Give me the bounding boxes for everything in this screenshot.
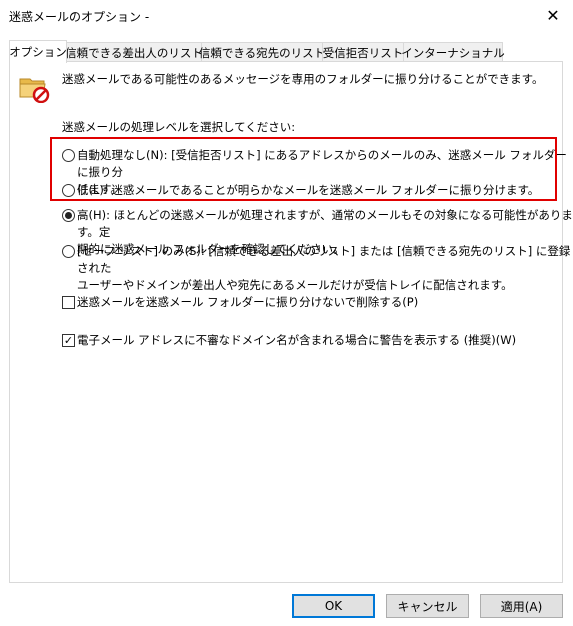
title-bar: 迷惑メールのオプション - ✕	[0, 0, 573, 31]
radio-indicator[interactable]	[62, 245, 75, 258]
checkmark-icon: ✓	[63, 334, 74, 347]
close-icon: ✕	[546, 6, 560, 25]
junk-folder-icon	[19, 78, 50, 103]
delete-junk-checkbox[interactable]	[62, 296, 75, 309]
tab-safe-recipients[interactable]: 信頼できる宛先のリスト	[199, 42, 325, 62]
window-title: 迷惑メールのオプション -	[9, 10, 150, 24]
tab-options[interactable]: オプション	[9, 40, 67, 63]
radio-label: 高(H): ほとんどの迷惑メールが処理されますが、通常のメールもその対象になる可…	[77, 208, 573, 239]
tab-international[interactable]: インターナショナル	[401, 42, 505, 62]
close-button[interactable]: ✕	[533, 0, 573, 31]
tab-blocked-senders[interactable]: 受信拒否リスト	[322, 42, 404, 62]
cancel-button[interactable]: キャンセル	[386, 594, 469, 618]
radio-indicator[interactable]	[62, 209, 75, 222]
delete-junk-checkbox-row[interactable]: 迷惑メールを迷惑メール フォルダーに振り分けないで削除する(P)	[62, 294, 418, 311]
warn-domain-checkbox-row[interactable]: ✓ 電子メール アドレスに不審なドメイン名が含まれる場合に警告を表示する (推奨…	[62, 332, 516, 349]
tab-safe-senders[interactable]: 信頼できる差出人のリスト	[65, 42, 203, 62]
options-description: 迷惑メールである可能性のあるメッセージを専用のフォルダーに振り分けることができま…	[62, 72, 544, 86]
radio-label-cont: ユーザーやドメインが差出人や宛先にあるメールだけが受信トレイに配信されます。	[77, 278, 513, 292]
radio-label: [セーフ リスト] のみ(S): [信頼できる差出人のリスト] または [信頼で…	[77, 244, 571, 275]
level-heading: 迷惑メールの処理レベルを選択してください:	[62, 120, 296, 134]
apply-button[interactable]: 適用(A)	[480, 594, 563, 618]
warn-domain-checkbox[interactable]: ✓	[62, 334, 75, 347]
delete-junk-label: 迷惑メールを迷惑メール フォルダーに振り分けないで削除する(P)	[77, 295, 419, 309]
radio-safe-lists-only[interactable]: [セーフ リスト] のみ(S): [信頼できる差出人のリスト] または [信頼で…	[62, 243, 573, 294]
warn-domain-label: 電子メール アドレスに不審なドメイン名が含まれる場合に警告を表示する (推奨)(…	[77, 333, 517, 347]
highlight-annotation	[50, 137, 557, 201]
ok-button[interactable]: OK	[292, 594, 375, 618]
